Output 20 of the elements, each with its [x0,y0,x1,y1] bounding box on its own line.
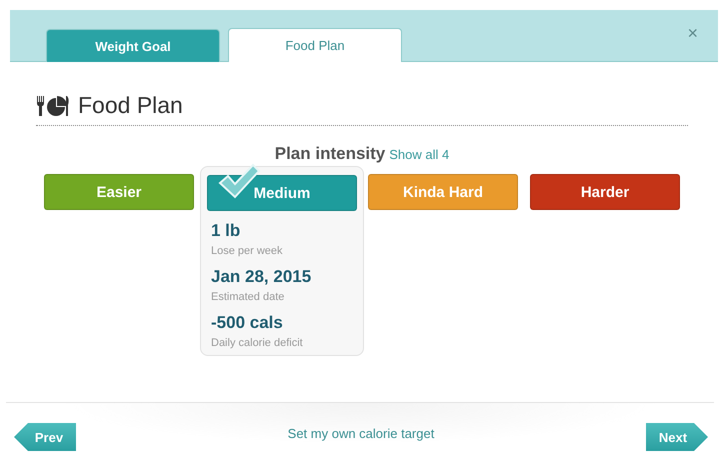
detail-value: 1 lb [211,221,242,241]
intensity-button[interactable]: Medium [207,175,357,211]
calorie-target-link[interactable]: Set my own calorie target [288,426,434,440]
cutlery-plate-icon [36,94,70,116]
tab[interactable]: Weight Goal [46,29,220,62]
close-button[interactable]: × [687,23,698,44]
detail-caption: Lose per week [211,245,284,257]
intensity-button[interactable]: Kinda Hard [368,174,518,210]
plan-intensity-label: Plan intensity [274,144,386,163]
intensity-button[interactable]: Easier [44,174,194,210]
detail-caption: Daily calorie deficit [211,337,304,349]
intensity-button[interactable]: Harder [530,174,680,210]
prev-button[interactable]: Prev [14,423,76,451]
detail-value: -500 cals [211,313,284,333]
next-button[interactable]: Next [646,423,708,451]
detail-caption: Estimated date [211,291,286,303]
detail-value: Jan 28, 2015 [211,267,312,287]
tab[interactable]: Food Plan [228,28,402,62]
show-all-link[interactable]: Show all 4 [389,147,450,162]
section-title: Food Plan [78,92,183,119]
